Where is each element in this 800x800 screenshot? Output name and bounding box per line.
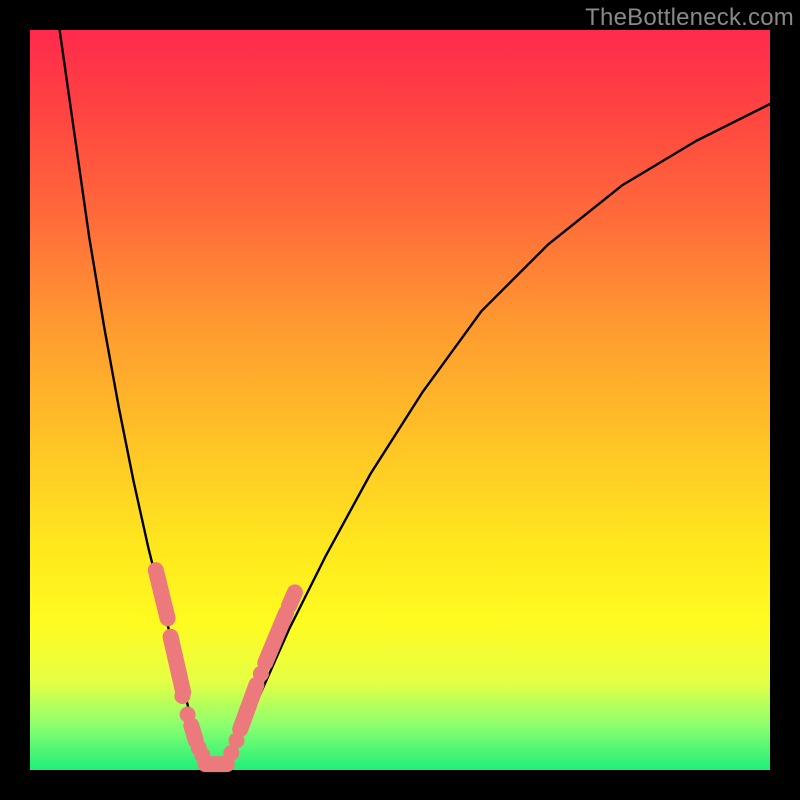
marker-segment xyxy=(240,685,256,729)
curve-layer xyxy=(30,30,770,770)
marker-segment xyxy=(265,613,286,663)
marker-segment xyxy=(191,726,196,741)
plot-area xyxy=(30,30,770,770)
marker-segment xyxy=(289,592,295,605)
marker-segment xyxy=(171,637,184,693)
marker-layer xyxy=(156,570,295,764)
left-branch-curve xyxy=(60,30,212,770)
marker-segment xyxy=(156,570,168,618)
watermark-text: TheBottleneck.com xyxy=(585,4,794,32)
marker-dot xyxy=(174,688,190,704)
right-branch-curve xyxy=(222,104,770,770)
chart-frame: TheBottleneck.com xyxy=(0,0,800,800)
